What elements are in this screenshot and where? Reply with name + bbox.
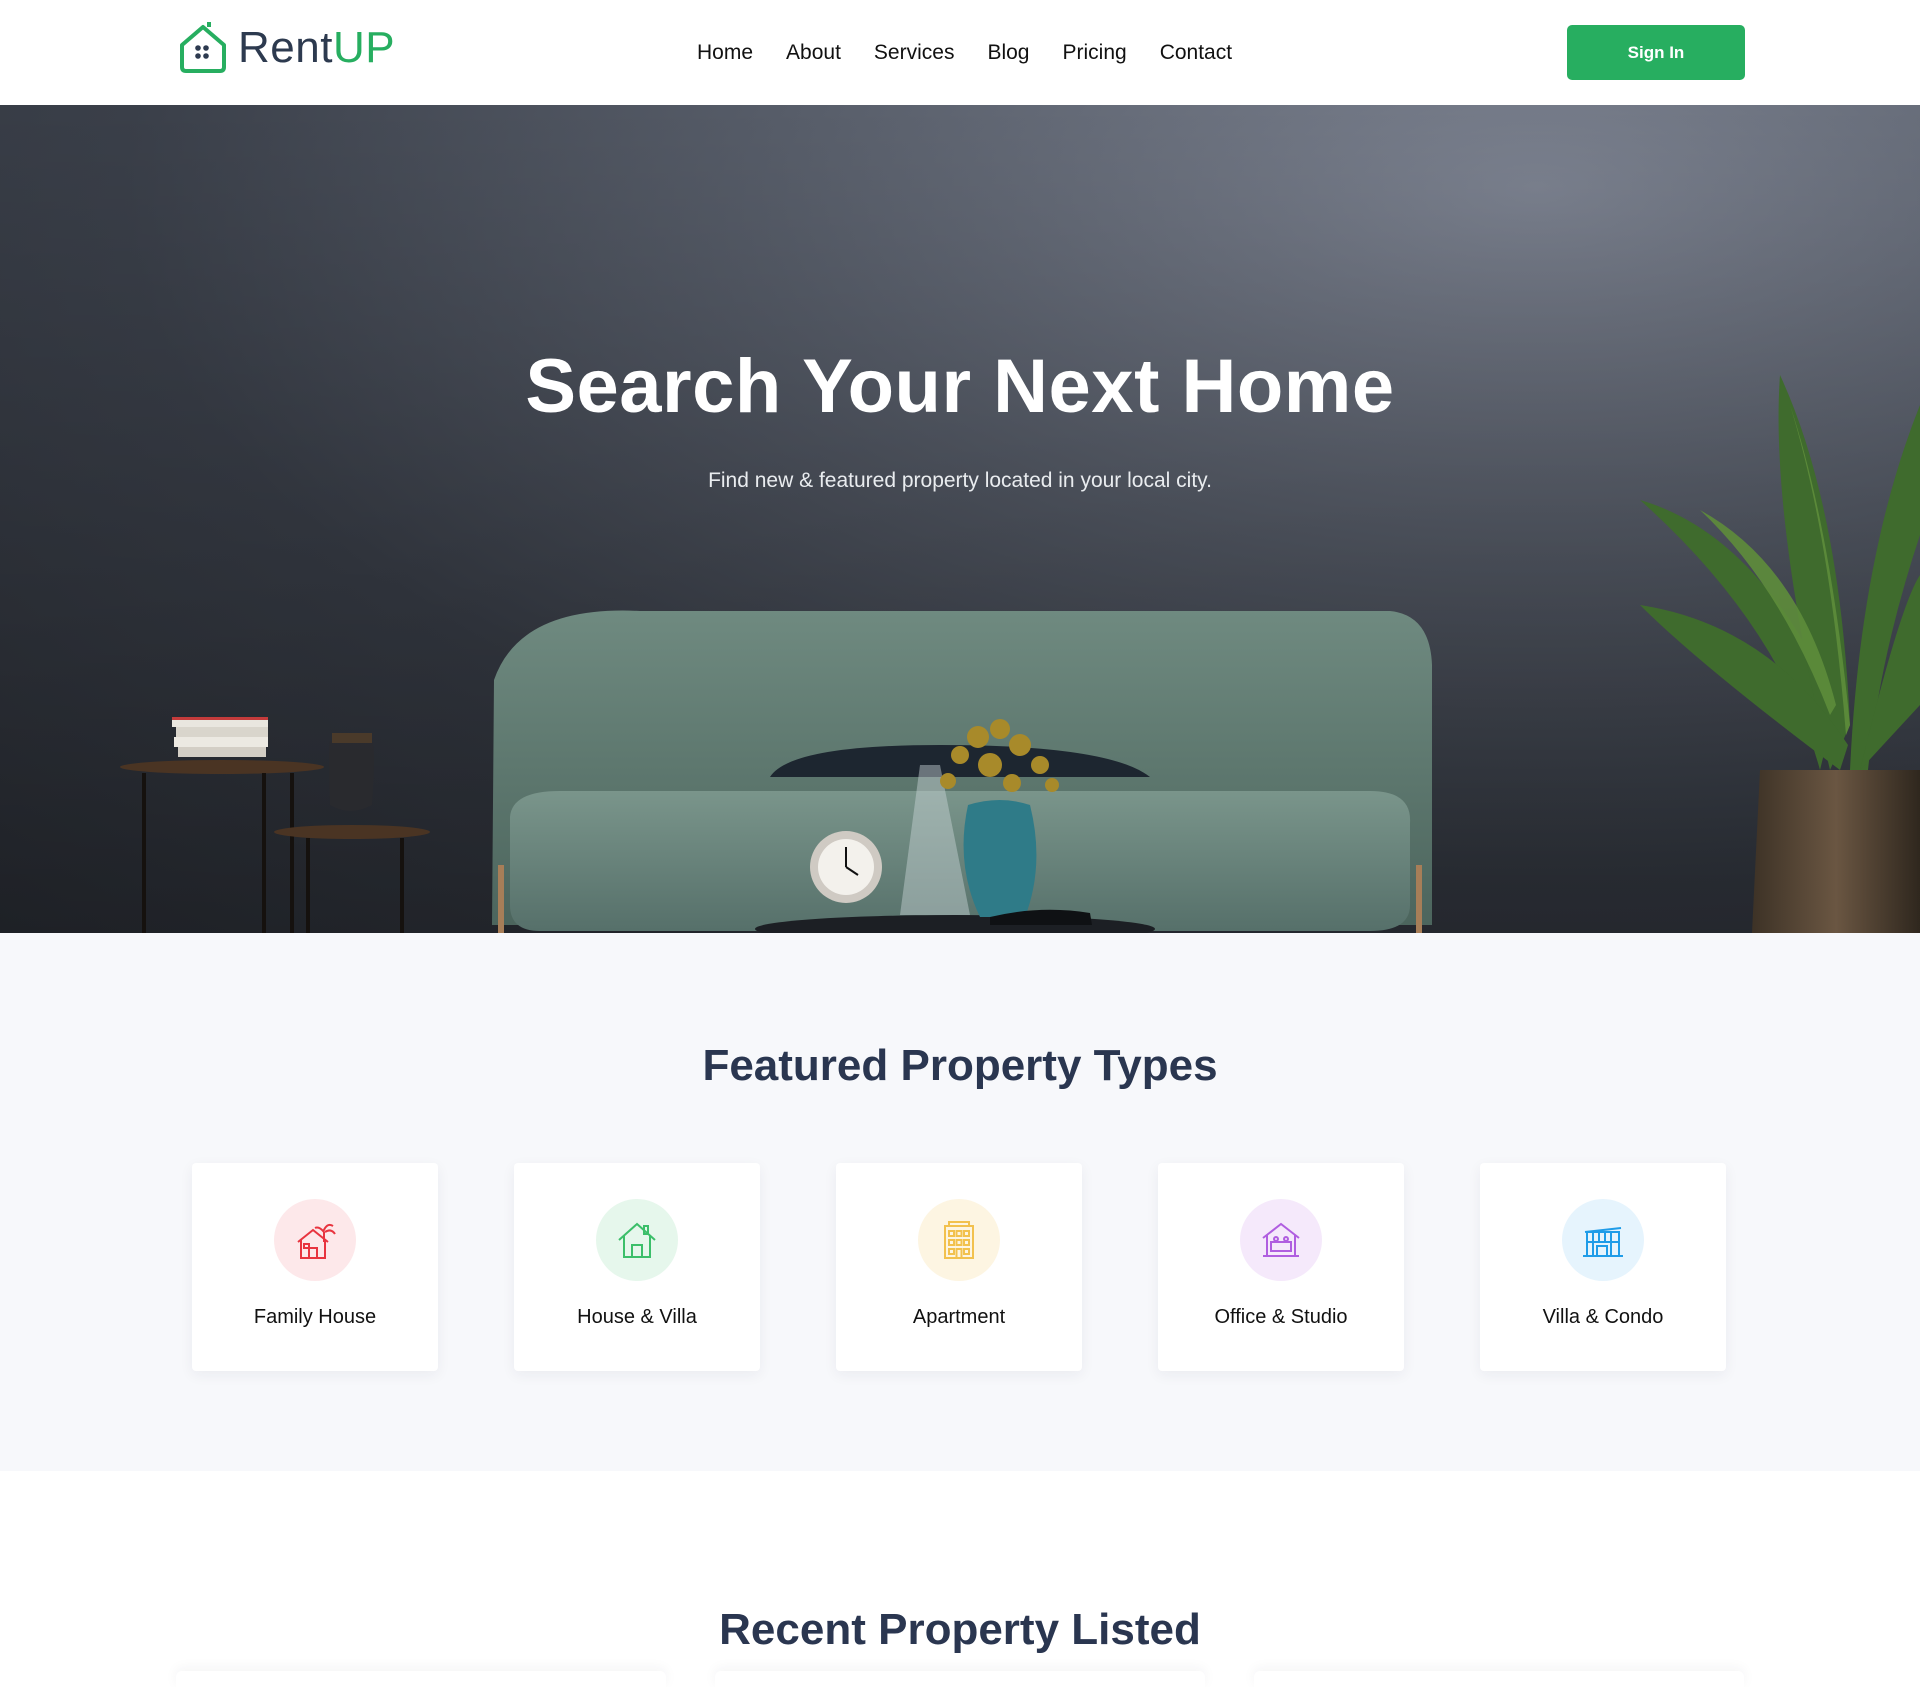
house-logo-icon [180, 22, 226, 73]
house-villa-icon [618, 1222, 656, 1258]
nav-item-services[interactable]: Services [874, 38, 955, 68]
main-nav: Home About Services Blog Pricing Contact [697, 38, 1265, 68]
apartment-icon [944, 1221, 974, 1259]
office-studio-icon [1262, 1222, 1300, 1257]
property-type-card-family-house[interactable]: Family House [192, 1163, 438, 1371]
featured-property-types-section: Featured Property Types Family House Hou… [0, 933, 1920, 1471]
property-type-label: Villa & Condo [1542, 1306, 1664, 1328]
nav-item-about[interactable]: About [786, 38, 841, 68]
icon-circle [596, 1199, 678, 1281]
brand-logo[interactable]: RentUP [176, 21, 395, 75]
nav-item-blog[interactable]: Blog [987, 38, 1029, 68]
nav-item-contact[interactable]: Contact [1160, 38, 1232, 68]
hero-subtitle: Find new & featured property located in … [708, 469, 1212, 492]
nav-item-pricing[interactable]: Pricing [1062, 38, 1126, 68]
nav-item-home[interactable]: Home [697, 38, 753, 68]
property-card-top-edge [715, 1671, 1205, 1687]
property-type-cards: Family House House & Villa Apartment Off… [192, 1163, 1726, 1371]
living-room-hero-image [0, 105, 1920, 933]
property-type-card-house-villa[interactable]: House & Villa [514, 1163, 760, 1371]
property-type-label: Family House [253, 1306, 377, 1328]
villa-condo-icon [1583, 1227, 1623, 1257]
icon-circle [274, 1199, 356, 1281]
featured-section-title: Featured Property Types [702, 1041, 1218, 1090]
property-type-label: Office & Studio [1214, 1306, 1348, 1328]
icon-circle [1562, 1199, 1644, 1281]
property-type-label: House & Villa [577, 1306, 697, 1328]
icon-circle [1240, 1199, 1322, 1281]
brand-name: RentUP [238, 23, 396, 72]
sign-in-button[interactable]: Sign In [1567, 25, 1745, 80]
property-card-top-edge [1254, 1671, 1744, 1687]
family-house-icon [297, 1223, 336, 1259]
property-card-top-edge [176, 1671, 666, 1687]
icon-circle [918, 1199, 1000, 1281]
property-type-card-villa-condo[interactable]: Villa & Condo [1480, 1163, 1726, 1371]
recent-property-section: Recent Property Listed [0, 1471, 1920, 1687]
hero-title: Search Your Next Home [525, 344, 1395, 429]
property-type-label: Apartment [912, 1306, 1006, 1328]
property-type-card-office-studio[interactable]: Office & Studio [1158, 1163, 1404, 1371]
site-header: RentUP Home About Services Blog Pricing … [0, 0, 1920, 105]
recent-section-title: Recent Property Listed [719, 1605, 1201, 1654]
hero-section: Search Your Next Home Find new & feature… [0, 105, 1920, 933]
property-type-card-apartment[interactable]: Apartment [836, 1163, 1082, 1371]
